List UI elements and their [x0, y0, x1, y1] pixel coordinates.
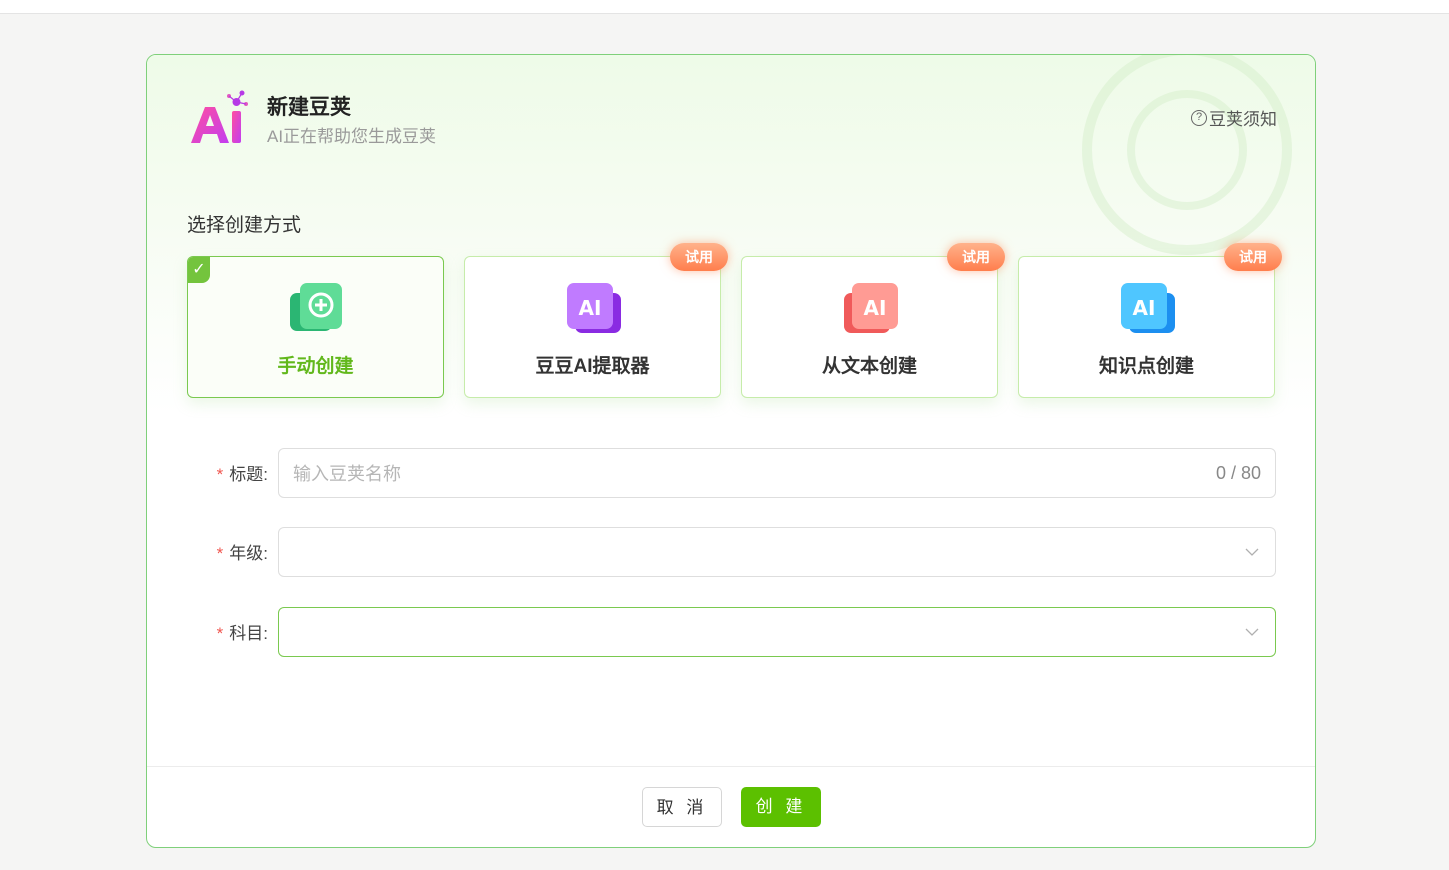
required-mark: *: [216, 544, 224, 563]
trial-badge: 试用: [1224, 243, 1282, 271]
card-ai-extractor[interactable]: 试用 AI 豆豆AI提取器: [464, 243, 728, 398]
ai-red-icon: AI: [844, 283, 898, 333]
svg-text:AI: AI: [579, 296, 602, 320]
card-label: 手动创建: [277, 356, 354, 377]
trial-badge: 试用: [947, 243, 1005, 271]
cancel-button[interactable]: 取 消: [642, 787, 722, 827]
chevron-down-icon: [1245, 628, 1259, 636]
form-row-title: * 标题: 0 / 80: [147, 448, 1315, 498]
ai-blue-icon: AI: [1121, 283, 1175, 333]
chevron-down-icon: [1245, 548, 1259, 556]
grade-label-text: 年级:: [229, 544, 268, 563]
card-label: 从文本创建: [821, 356, 917, 377]
subject-label-text: 科目:: [229, 624, 268, 643]
ai-logo-icon: [191, 90, 248, 143]
subject-value: [293, 621, 1173, 645]
title-label-text: 标题:: [229, 465, 268, 484]
trial-badge: 试用: [670, 243, 728, 271]
svg-text:AI: AI: [864, 296, 887, 320]
add-plus-icon: [290, 283, 342, 331]
char-counter: 0 / 80: [1215, 463, 1261, 483]
notice-label: 豆荚须知: [1209, 110, 1277, 129]
create-dialog: 新建豆荚 AI正在帮助您生成豆荚 ? 豆荚须知 选择创建方式 ✓ 手动创建 试用: [146, 54, 1316, 848]
creation-mode-cards: ✓ 手动创建 试用 AI 豆豆AI提取器 试用 AI 从文本创建 试用 AI 知…: [187, 243, 1282, 399]
card-label: 知识点创建: [1098, 356, 1194, 377]
title-input[interactable]: [293, 462, 1173, 486]
form-row-grade: * 年级:: [147, 527, 1315, 577]
create-button[interactable]: 创 建: [741, 787, 821, 827]
form-row-subject: * 科目:: [147, 607, 1315, 657]
title-field[interactable]: 0 / 80: [278, 448, 1276, 498]
card-manual-create[interactable]: ✓ 手动创建: [187, 256, 444, 398]
card-label: 豆豆AI提取器: [535, 356, 650, 377]
grade-select[interactable]: [278, 527, 1276, 577]
grade-value: [293, 541, 1173, 565]
dialog-subtitle: AI正在帮助您生成豆荚: [267, 127, 437, 146]
footer-divider: [147, 766, 1315, 767]
question-circle-icon: ?: [1191, 109, 1207, 126]
subject-select[interactable]: [278, 607, 1276, 657]
title-label: * 标题:: [217, 460, 268, 485]
section-label: 选择创建方式: [187, 215, 302, 236]
card-knowledge-point[interactable]: 试用 AI 知识点创建: [1018, 243, 1282, 398]
grade-label: * 年级:: [217, 539, 268, 564]
ai-purple-icon: AI: [567, 283, 621, 333]
notice-link[interactable]: ? 豆荚须知: [1191, 105, 1277, 130]
required-mark: *: [216, 465, 224, 484]
svg-text:AI: AI: [1133, 296, 1156, 320]
required-mark: *: [216, 624, 224, 643]
top-bar: [0, 0, 1449, 14]
card-from-text[interactable]: 试用 AI 从文本创建: [741, 243, 1005, 398]
subject-label: * 科目:: [217, 619, 268, 644]
dialog-title: 新建豆荚: [267, 96, 351, 119]
check-icon: ✓: [188, 257, 210, 283]
